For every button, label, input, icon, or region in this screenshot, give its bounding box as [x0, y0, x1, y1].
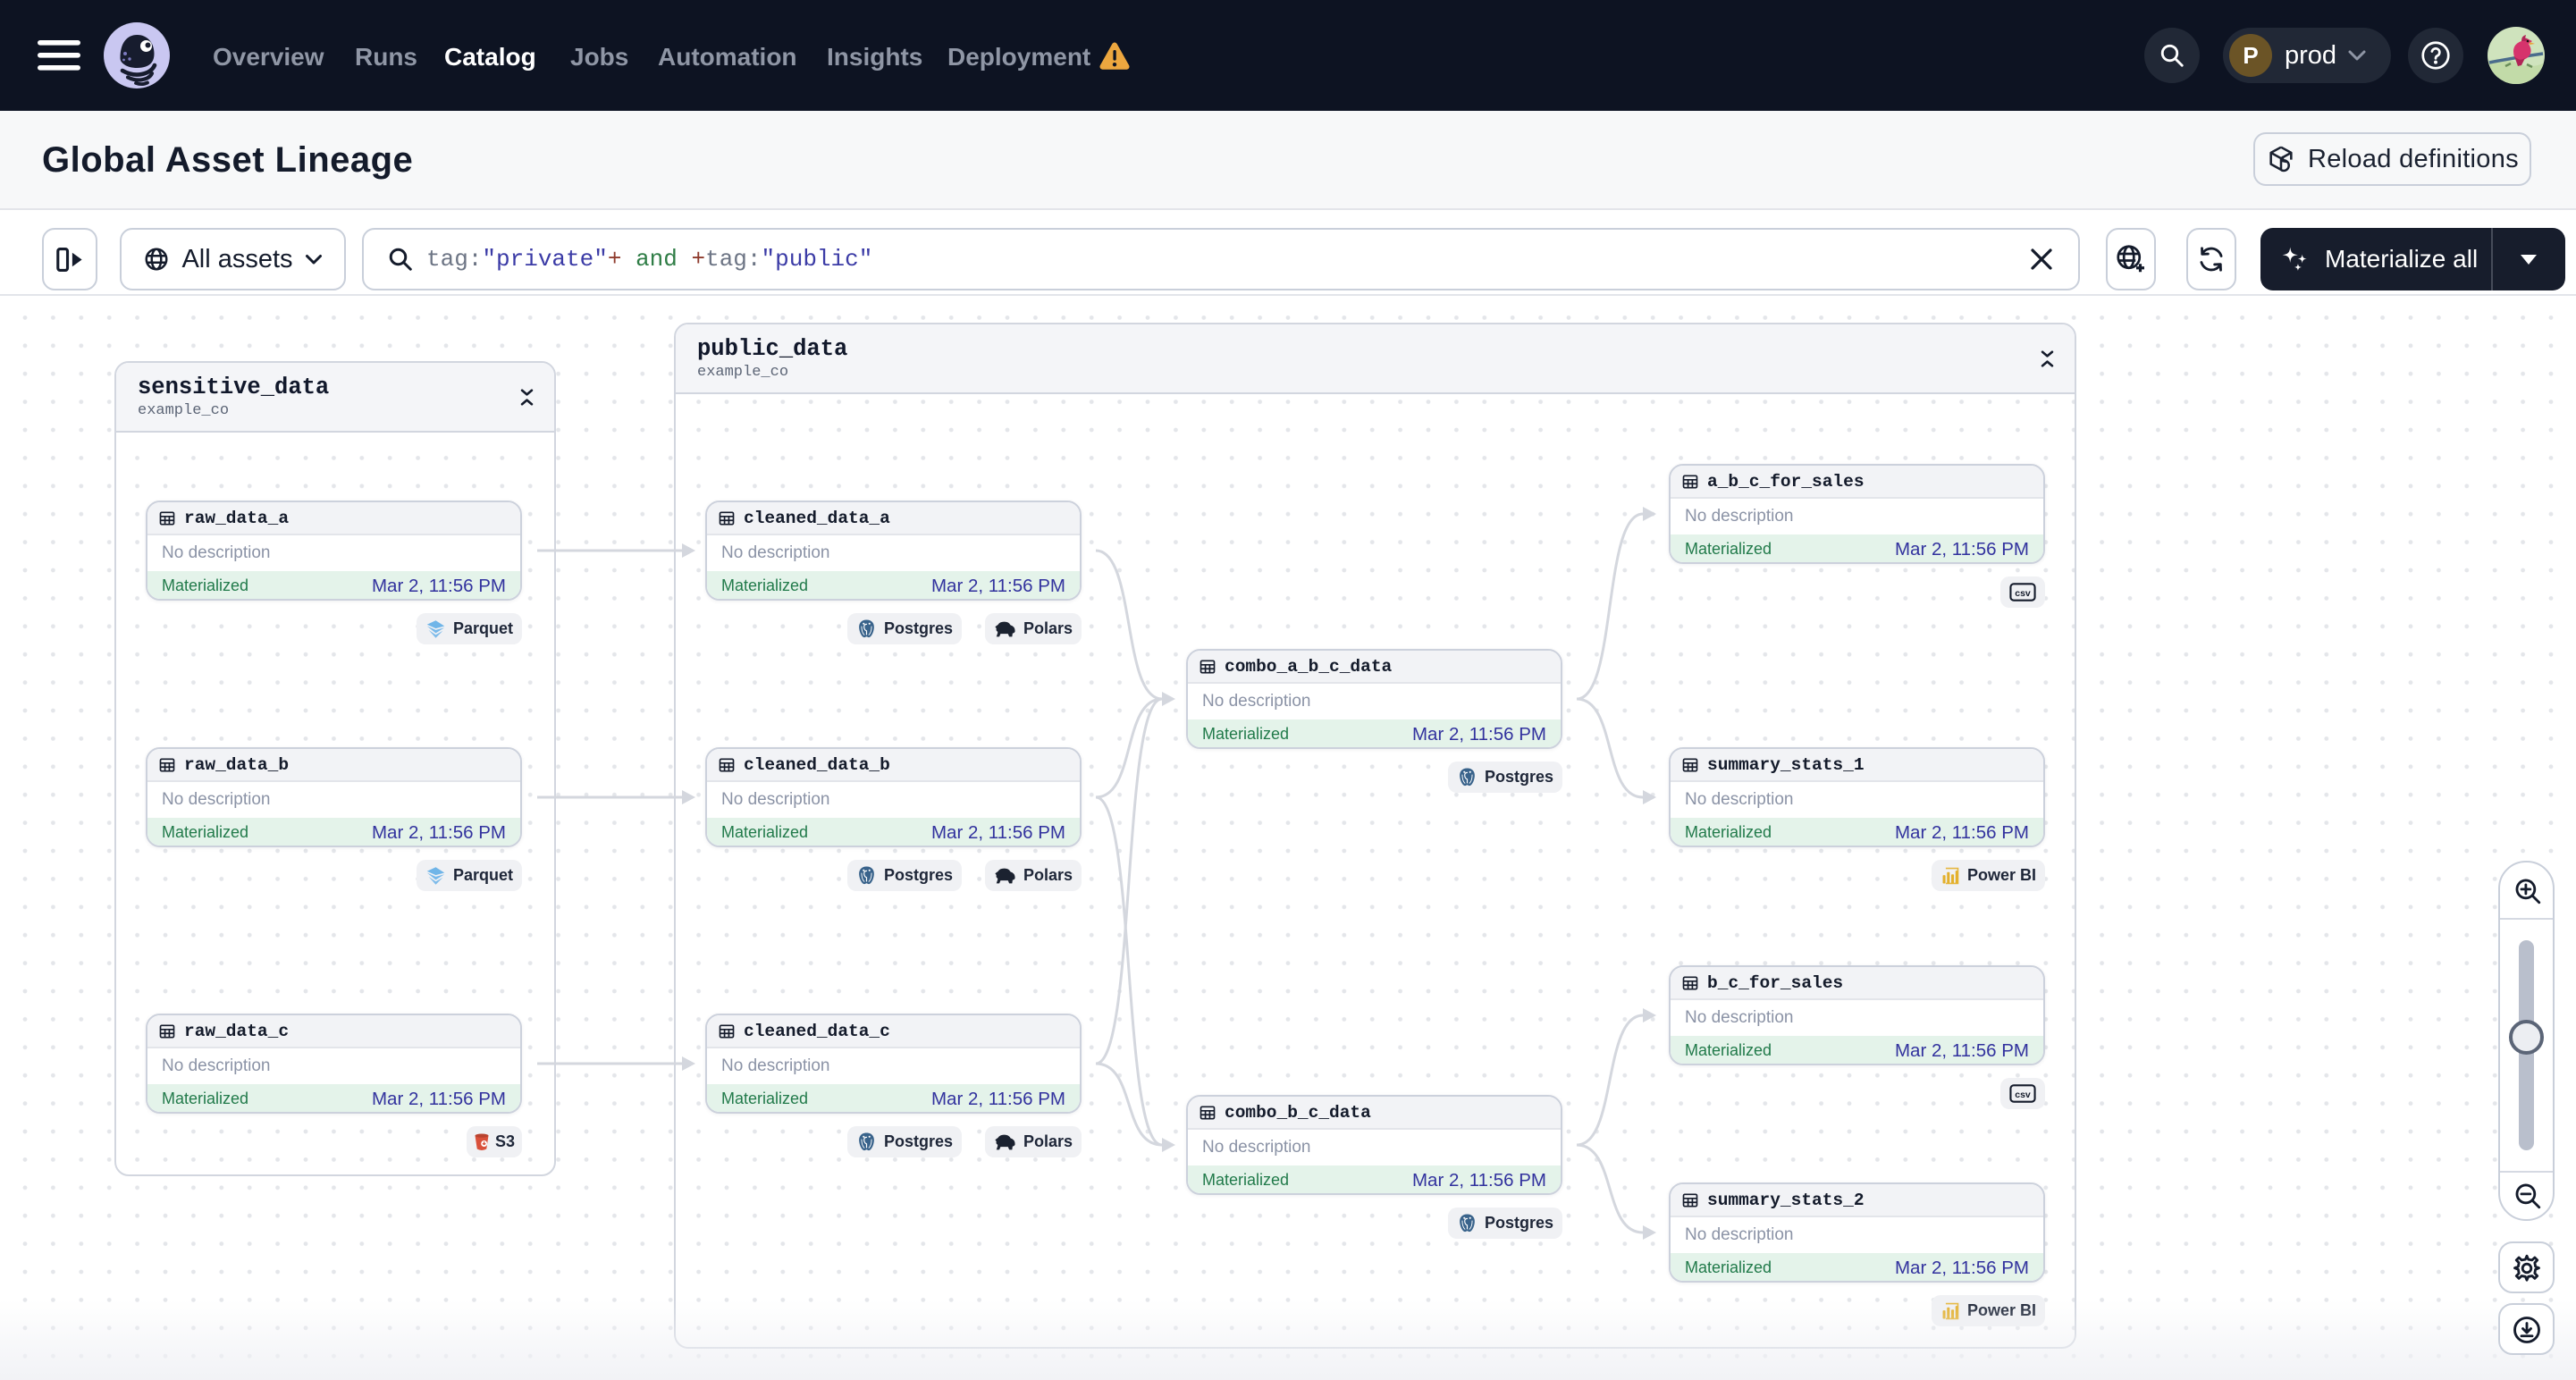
svg-text:csv: csv	[2015, 588, 2031, 599]
svg-text:csv: csv	[2015, 1090, 2031, 1100]
